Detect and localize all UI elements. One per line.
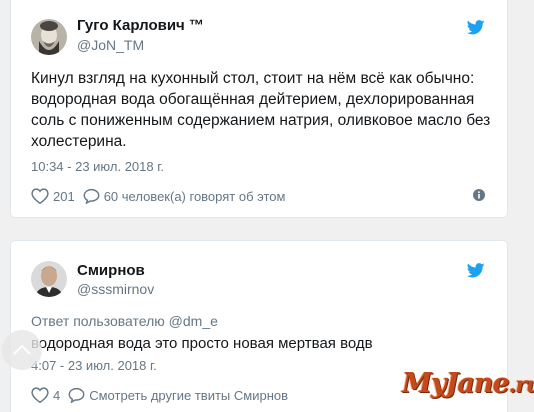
author-handle[interactable]: @sssmirnov	[77, 281, 154, 297]
tweet-text: Кинул взгляд на кухонный стол, стоит на …	[31, 70, 491, 150]
twitter-bird-icon[interactable]	[467, 20, 485, 35]
replies-link[interactable]: 60 человек(а) говорят об этом	[83, 188, 286, 204]
chevron-up-icon	[13, 344, 31, 355]
avatar-image	[31, 19, 67, 55]
scroll-up-button[interactable]	[2, 330, 42, 370]
heart-icon	[31, 387, 49, 403]
tweet-actions: 201 60 человек(а) говорят об этом	[31, 186, 293, 206]
avatar[interactable]	[31, 261, 67, 297]
author-handle[interactable]: @JoN_TM	[77, 37, 144, 53]
info-icon[interactable]	[473, 189, 485, 201]
more-tweets-link[interactable]: Смотреть другие твиты Смирнов	[68, 387, 288, 403]
reply-mention-link[interactable]: @dm_e	[169, 313, 218, 329]
like-count: 201	[53, 188, 75, 204]
heart-icon	[31, 188, 49, 204]
avatar-image	[31, 261, 67, 297]
replies-text: 60 человек(а) говорят об этом	[103, 188, 286, 204]
tweet-text: водородная вода это просто новая мертвая…	[31, 335, 373, 352]
tweet-card[interactable]: Гуго Карлович ™ @JoN_TM Кинул взгляд на …	[10, 0, 508, 218]
comment-icon	[83, 188, 100, 204]
like-button[interactable]: 201	[31, 188, 75, 204]
twitter-bird-icon[interactable]	[467, 263, 485, 278]
site-watermark-logo: MyJane.ru	[402, 368, 534, 399]
avatar[interactable]	[31, 19, 67, 55]
tweet-timestamp[interactable]: 10:34 - 23 июл. 2018 г.	[31, 159, 164, 174]
watermark-text: MyJane	[402, 368, 510, 399]
like-button[interactable]: 4	[31, 387, 60, 403]
like-count: 4	[53, 387, 61, 403]
comment-icon	[68, 387, 85, 403]
reply-prefix: Ответ пользователю	[31, 313, 165, 329]
reply-to-line: Ответ пользователю @dm_e	[31, 313, 218, 329]
tweet-timestamp[interactable]: 4:07 - 23 июл. 2018 г.	[31, 358, 157, 373]
more-tweets-text: Смотреть другие твиты Смирнов	[89, 387, 289, 403]
tweet-actions: 4 Смотреть другие твиты Смирнов	[31, 385, 296, 405]
author-name[interactable]: Гуго Карлович ™	[77, 17, 204, 34]
author-name[interactable]: Смирнов	[77, 262, 145, 279]
watermark-suffix: .ru	[508, 372, 534, 398]
